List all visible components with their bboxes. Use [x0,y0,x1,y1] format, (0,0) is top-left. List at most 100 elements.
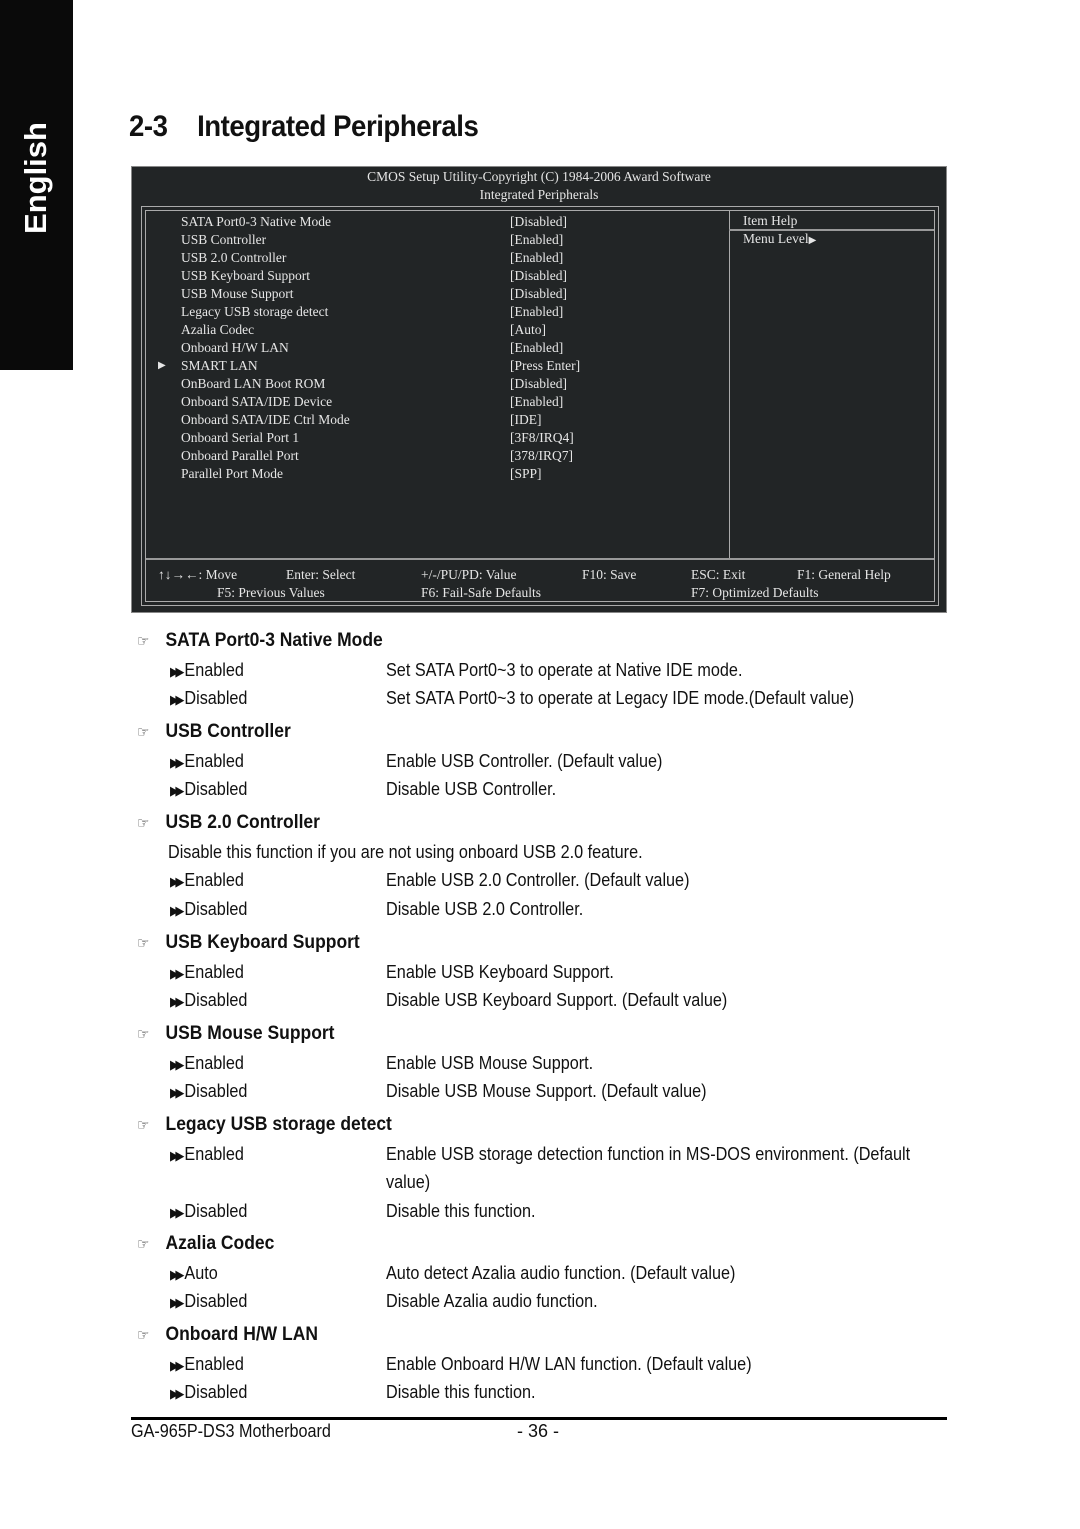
option-name-text: Disabled [184,688,248,709]
option-name: ▶▶ Enabled [170,1354,244,1375]
bios-setting-value[interactable]: [Press Enter] [510,357,580,375]
pointing-hand-icon: ☞ [137,1117,150,1134]
setting-heading: ☞ USB Keyboard Support [137,932,360,954]
bios-setting-label: OnBoard LAN Boot ROM [181,376,326,391]
bios-screen: CMOS Setup Utility-Copyright (C) 1984-20… [131,166,947,613]
bios-setting-row[interactable]: Onboard Parallel Port [378/IRQ7] [146,447,726,465]
setting-heading: ☞ USB Controller [137,721,291,743]
option-name: ▶▶ Enabled [170,1144,244,1165]
bios-setting-value[interactable]: [SPP] [510,465,542,483]
bios-setting-value[interactable]: [378/IRQ7] [510,447,573,465]
bios-setting-value[interactable]: [Disabled] [510,375,567,393]
bios-copyright: CMOS Setup Utility-Copyright (C) 1984-20… [367,169,711,184]
bios-setting-row[interactable]: USB 2.0 Controller [Enabled] [146,249,726,267]
option-name: ▶▶ Enabled [170,751,244,772]
bios-setting-value[interactable]: [Disabled] [510,285,567,303]
bios-setting-row[interactable]: Onboard SATA/IDE Ctrl Mode [IDE] [146,411,726,429]
bios-setting-value[interactable]: [Enabled] [510,393,563,411]
bios-setting-label: USB Keyboard Support [181,268,310,283]
key-optimized-defaults: F7: Optimized Defaults [691,585,819,600]
bios-setting-label: SATA Port0-3 Native Mode [181,214,332,229]
option-description: Enable USB Keyboard Support. [386,962,614,982]
double-arrow-icon: ▶▶ [170,1267,184,1282]
setting-heading: ☞ SATA Port0-3 Native Mode [137,630,383,652]
bios-setting-value[interactable]: [Auto] [510,321,546,339]
bios-setting-row[interactable]: USB Keyboard Support [Disabled] [146,267,726,285]
double-arrow-icon: ▶▶ [170,1358,184,1373]
bios-setting-value[interactable]: [3F8/IRQ4] [510,429,574,447]
option-description: Disable this function. [386,1200,536,1221]
option-description: Set SATA Port0~3 to operate at Legacy ID… [386,688,855,709]
setting-heading-text: USB 2.0 Controller [165,812,320,833]
bios-page-title: Integrated Peripherals [479,187,599,202]
bios-setting-row[interactable]: OnBoard LAN Boot ROM [Disabled] [146,375,726,393]
bios-setting-value[interactable]: [IDE] [510,411,541,429]
language-label: English [18,122,53,234]
bios-setting-row[interactable]: USB Controller [Enabled] [146,231,726,249]
bios-setting-row[interactable]: Legacy USB storage detect [Enabled] [146,303,726,321]
bios-setting-value[interactable]: [Enabled] [510,231,563,249]
bios-setting-label: USB Mouse Support [181,286,294,301]
bios-setting-row[interactable]: Onboard H/W LAN [Enabled] [146,339,726,357]
divider [146,558,934,560]
double-arrow-icon: ▶▶ [170,664,184,679]
bios-setting-row[interactable]: Onboard SATA/IDE Device [Enabled] [146,393,726,411]
bios-setting-row[interactable]: USB Mouse Support [Disabled] [146,285,726,303]
pointing-hand-icon: ☞ [137,1327,150,1344]
option-description-continued: value) [386,1172,431,1193]
option-name: ▶▶ Enabled [170,962,244,983]
bios-setting-value[interactable]: [Disabled] [510,213,567,231]
bios-setting-row[interactable]: ▶ SMART LAN [Press Enter] [146,357,726,375]
bios-setting-value[interactable]: [Enabled] [510,249,563,267]
bios-setting-row[interactable]: SATA Port0-3 Native Mode [Disabled] [146,213,726,231]
bios-setting-value[interactable]: [Enabled] [510,303,563,321]
divider [729,211,730,558]
option-description: Disable this function. [386,1382,536,1403]
double-arrow-icon: ▶▶ [170,966,184,981]
option-name-text: Disabled [184,1200,248,1221]
setting-heading: ☞ Legacy USB storage detect [137,1114,392,1136]
key-value: +/-/PU/PD: Value [421,567,517,582]
option-name: ▶▶ Disabled [170,1081,247,1102]
bios-setting-row[interactable]: Onboard Serial Port 1 [3F8/IRQ4] [146,429,726,447]
setting-heading-text: SATA Port0-3 Native Mode [165,630,383,651]
pointing-hand-icon: ☞ [137,633,150,650]
option-name-text: Enabled [184,660,244,680]
setting-heading-text: Azalia Codec [165,1233,275,1254]
triangle-right-icon: ▶ [808,235,817,246]
double-arrow-icon: ▶▶ [170,1386,184,1402]
page-number: - 36 - [517,1421,560,1441]
setting-heading: ☞ Onboard H/W LAN [137,1324,318,1346]
setting-heading-text: Onboard H/W LAN [165,1324,318,1345]
option-description: Auto detect Azalia audio function. (Defa… [386,1263,736,1283]
double-arrow-icon: ▶▶ [170,874,184,890]
option-description: Disable USB Mouse Support. (Default valu… [386,1081,707,1102]
option-name: ▶▶ Disabled [170,1201,247,1222]
double-arrow-icon: ▶▶ [170,755,184,770]
option-name: ▶▶ Disabled [170,688,247,709]
option-description: Enable USB Mouse Support. [386,1053,594,1073]
bios-setting-value[interactable]: [Disabled] [510,267,567,285]
language-tab: English [0,0,73,370]
double-arrow-icon: ▶▶ [170,692,184,708]
pointing-hand-icon: ☞ [137,724,150,741]
menu-level: Menu Level▶ [743,231,817,246]
bios-setting-row[interactable]: Azalia Codec [Auto] [146,321,726,339]
option-description: Disable USB Keyboard Support. (Default v… [386,990,728,1011]
pointing-hand-icon: ☞ [137,1236,150,1253]
double-arrow-icon: ▶▶ [170,994,184,1010]
key-general-help: F1: General Help [797,567,891,582]
setting-heading: ☞ USB 2.0 Controller [137,812,320,834]
option-name: ▶▶ Disabled [170,779,247,800]
footer-rule [131,1417,947,1420]
setting-note: Disable this function if you are not usi… [168,842,643,862]
double-arrow-icon: ▶▶ [170,1085,184,1101]
bios-frame: SATA Port0-3 Native Mode [Disabled] USB Co… [141,206,939,606]
key-move: ↑↓→←: Move [158,567,238,582]
option-name-text: Disabled [184,1382,248,1403]
bios-setting-row[interactable]: Parallel Port Mode [SPP] [146,465,726,483]
option-name: ▶▶ Enabled [170,870,244,891]
option-name: ▶▶ Enabled [170,660,244,681]
bios-setting-label: Onboard Parallel Port [181,448,299,463]
bios-setting-value[interactable]: [Enabled] [510,339,563,357]
